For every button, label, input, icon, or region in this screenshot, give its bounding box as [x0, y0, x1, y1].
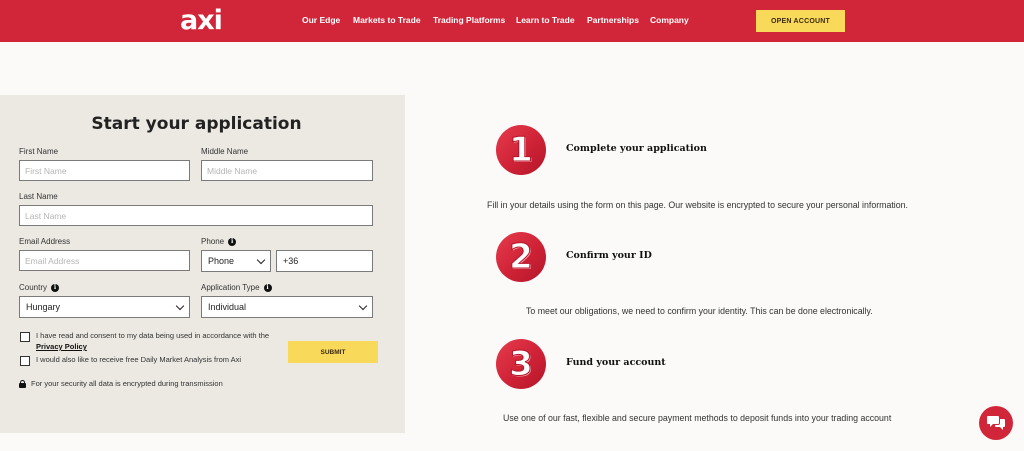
- lock-icon: [19, 379, 26, 388]
- application-form: Start your application First Name Middle…: [0, 95, 405, 433]
- last-name-label: Last Name: [19, 192, 58, 201]
- first-name-input[interactable]: [19, 160, 190, 181]
- info-icon[interactable]: i: [51, 283, 60, 292]
- newsletter-text: I would also like to receive free Daily …: [36, 355, 242, 364]
- consent-text: I have read and consent to my data being…: [36, 331, 270, 351]
- nav-trading-platforms[interactable]: Trading Platforms: [433, 15, 505, 25]
- step-1-description: Fill in your details using the form on t…: [487, 200, 908, 210]
- consent-checkbox[interactable]: [20, 332, 30, 342]
- step-2-title: Confirm your ID: [566, 250, 652, 261]
- phone-type-select[interactable]: Phone: [201, 250, 271, 272]
- nav-learn-to-trade[interactable]: Learn to Trade: [516, 15, 575, 25]
- privacy-policy-link[interactable]: Privacy Policy: [36, 342, 87, 351]
- open-account-button[interactable]: OPEN ACCOUNT: [756, 10, 845, 32]
- email-input[interactable]: [19, 250, 190, 271]
- axi-logo[interactable]: axi: [180, 6, 223, 36]
- chat-bubble-icon: [987, 416, 1005, 430]
- country-label: Country i: [19, 283, 60, 292]
- step-3-description: Use one of our fast, flexible and secure…: [503, 413, 892, 423]
- step-1-badge: 1: [496, 125, 546, 175]
- middle-name-label: Middle Name: [201, 147, 249, 156]
- info-icon[interactable]: i: [263, 283, 272, 292]
- application-type-select[interactable]: Individual: [201, 296, 373, 318]
- step-1-title: Complete your application: [566, 143, 707, 154]
- nav-our-edge[interactable]: Our Edge: [302, 15, 340, 25]
- phone-label: Phone i: [201, 237, 237, 246]
- step-2-description: To meet our obligations, we need to conf…: [526, 306, 873, 316]
- middle-name-input[interactable]: [201, 160, 373, 181]
- step-3-title: Fund your account: [566, 357, 666, 368]
- chevron-down-icon: [175, 301, 185, 310]
- newsletter-checkbox[interactable]: [20, 356, 30, 366]
- email-label: Email Address: [19, 237, 71, 246]
- info-icon[interactable]: i: [228, 237, 237, 246]
- top-header: axi Our Edge Markets to Trade Trading Pl…: [0, 0, 1024, 42]
- nav-markets-to-trade[interactable]: Markets to Trade: [353, 15, 421, 25]
- chevron-down-icon: [358, 301, 368, 310]
- first-name-label: First Name: [19, 147, 59, 156]
- submit-button[interactable]: SUBMIT: [288, 341, 378, 363]
- step-3-badge: 3: [496, 339, 546, 389]
- application-type-label: Application Type i: [201, 283, 272, 292]
- security-note: For your security all data is encrypted …: [19, 379, 223, 388]
- last-name-input[interactable]: [19, 205, 373, 226]
- chevron-down-icon: [256, 255, 266, 264]
- form-title: Start your application: [91, 114, 302, 134]
- step-2-badge: 2: [496, 232, 546, 282]
- phone-code-input[interactable]: +36: [276, 250, 373, 272]
- nav-company[interactable]: Company: [650, 15, 689, 25]
- chat-button[interactable]: [979, 406, 1013, 440]
- nav-partnerships[interactable]: Partnerships: [587, 15, 639, 25]
- country-select[interactable]: Hungary: [19, 296, 190, 318]
